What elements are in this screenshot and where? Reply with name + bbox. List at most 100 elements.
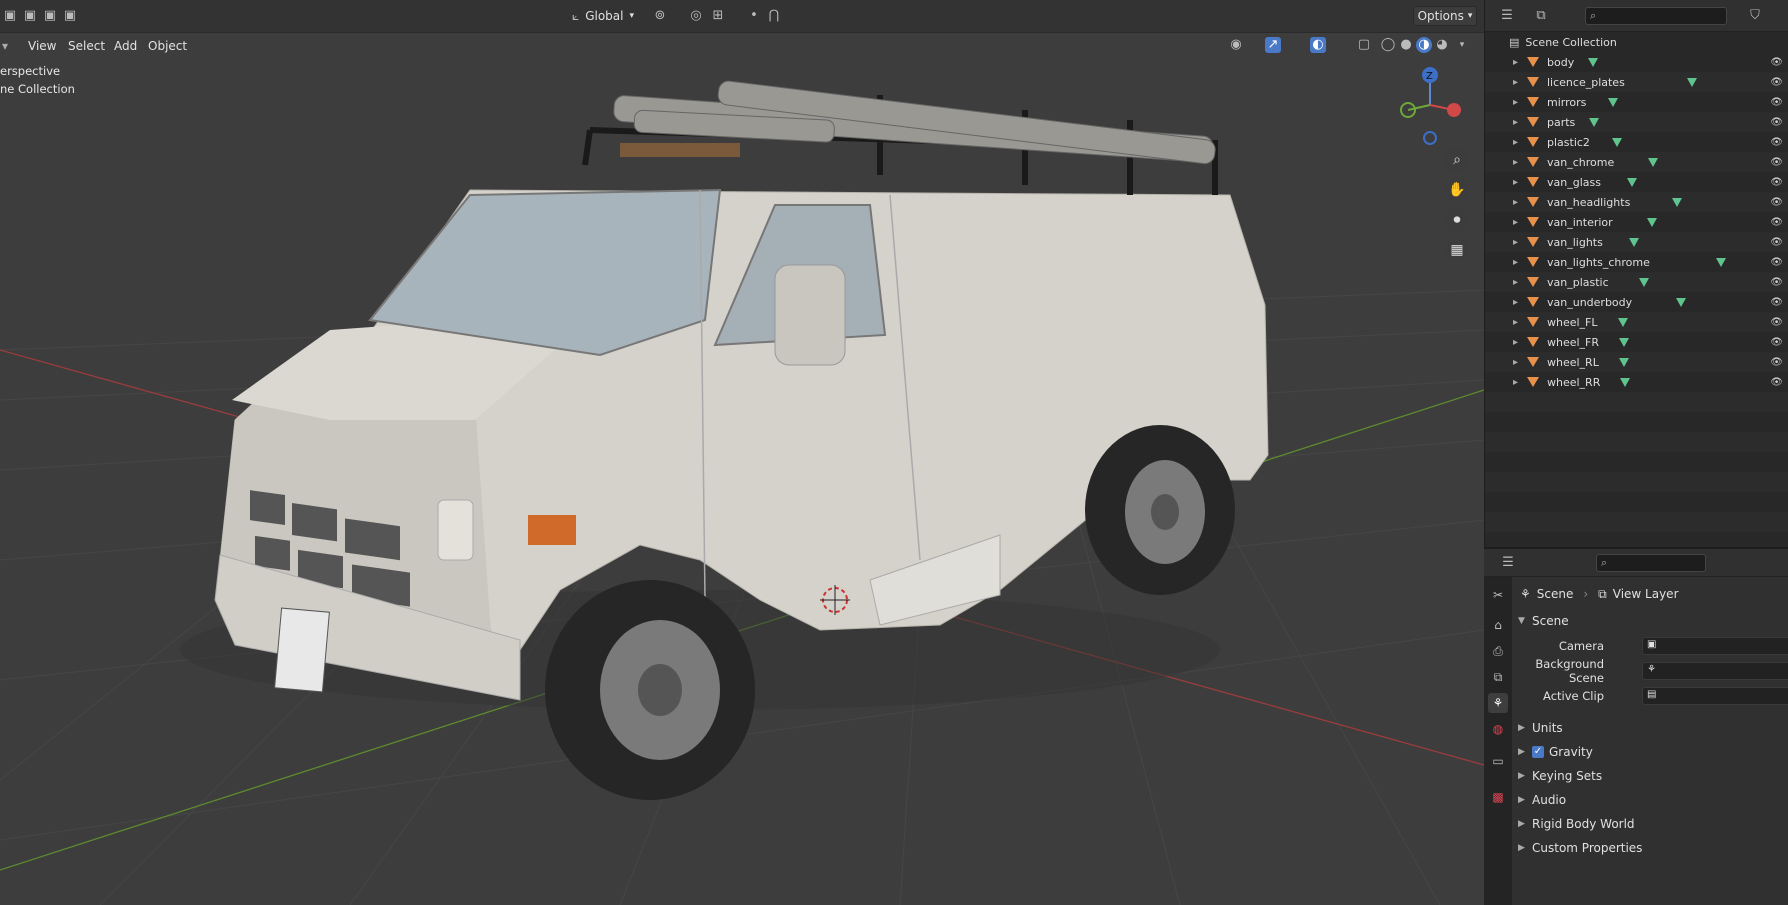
scene-section-header[interactable]: ▼ Scene <box>1518 610 1569 632</box>
eye-icon[interactable]: 👁 <box>1770 377 1783 388</box>
shading-rendered-icon[interactable]: ◕ <box>1434 37 1450 53</box>
shading-material-icon[interactable]: ◑ <box>1416 37 1432 53</box>
select-invert-icon[interactable]: ▣ <box>62 8 78 24</box>
mesh-data-icon[interactable] <box>1588 57 1599 67</box>
expand-right-icon[interactable]: ▸ <box>1513 337 1527 348</box>
transform-orientation-dropdown[interactable]: ⟀ Global ▾ <box>566 6 644 26</box>
eye-icon[interactable]: 👁 <box>1770 97 1783 108</box>
expand-right-icon[interactable]: ▸ <box>1513 257 1527 268</box>
outliner-item[interactable]: ▸ wheel_RR 👁 <box>1485 372 1788 392</box>
expand-right-icon[interactable]: ▸ <box>1513 197 1527 208</box>
filter-icon[interactable]: ⛉ <box>1747 8 1763 24</box>
properties-editor-type-icon[interactable]: ☰ <box>1500 555 1516 571</box>
texture-tab-icon[interactable]: ▩ <box>1488 787 1508 807</box>
mesh-data-icon[interactable] <box>1611 137 1622 147</box>
mesh-data-icon[interactable] <box>1628 237 1639 247</box>
expand-right-icon[interactable]: ▸ <box>1513 57 1527 68</box>
outliner-item[interactable]: ▸ van_plastic 👁 <box>1485 272 1788 292</box>
mesh-data-icon[interactable] <box>1618 357 1629 367</box>
outliner-item[interactable]: ▸ mirrors 👁 <box>1485 92 1788 112</box>
menu-object[interactable]: Object <box>144 39 191 53</box>
eye-icon[interactable]: 👁 <box>1770 357 1783 368</box>
expand-right-icon[interactable]: ▸ <box>1513 77 1527 88</box>
mesh-data-icon[interactable] <box>1715 257 1726 267</box>
eye-icon[interactable]: 👁 <box>1770 157 1783 168</box>
select-extend-icon[interactable]: ▣ <box>22 8 38 24</box>
eye-icon[interactable]: 👁 <box>1770 337 1783 348</box>
active-clip-field[interactable]: ▤ <box>1642 687 1788 705</box>
eye-icon[interactable]: 👁 <box>1770 217 1783 228</box>
overlay-toggle-icon[interactable]: ◐ <box>1310 37 1326 53</box>
rigid-body-world-section[interactable]: ▶ Rigid Body World <box>1518 813 1635 835</box>
output-tab-icon[interactable]: ⎙ <box>1488 641 1508 661</box>
expand-right-icon[interactable]: ▸ <box>1513 177 1527 188</box>
eye-icon[interactable]: 👁 <box>1770 57 1783 68</box>
snap-icon[interactable]: ◎ <box>688 8 704 24</box>
world-tab-icon[interactable]: ◍ <box>1488 719 1508 739</box>
audio-section[interactable]: ▶ Audio <box>1518 789 1566 811</box>
expand-right-icon[interactable]: ▸ <box>1513 157 1527 168</box>
mesh-data-icon[interactable] <box>1686 77 1697 87</box>
outliner-item[interactable]: ▸ wheel_RL 👁 <box>1485 352 1788 372</box>
custom-properties-section[interactable]: ▶ Custom Properties <box>1518 837 1642 859</box>
proportional-edit-icon[interactable]: • <box>746 8 762 24</box>
keying-sets-section[interactable]: ▶ Keying Sets <box>1518 765 1602 787</box>
eye-icon[interactable]: 👁 <box>1770 197 1783 208</box>
van-model[interactable] <box>0 0 1484 905</box>
menu-view[interactable]: View <box>24 39 60 53</box>
options-button[interactable]: Options ▾ <box>1413 6 1477 26</box>
eye-icon[interactable]: 👁 <box>1770 137 1783 148</box>
mesh-data-icon[interactable] <box>1620 377 1631 387</box>
mesh-data-icon[interactable] <box>1589 117 1600 127</box>
mesh-data-icon[interactable] <box>1676 297 1687 307</box>
mesh-data-icon[interactable] <box>1638 277 1649 287</box>
zoom-icon[interactable]: ⌕ <box>1445 148 1469 172</box>
gravity-section[interactable]: ▶ ✓ Gravity <box>1518 741 1593 763</box>
collection-tab-icon[interactable]: ▭ <box>1488 751 1508 771</box>
mesh-data-icon[interactable] <box>1619 337 1630 347</box>
pivot-point-icon[interactable]: ⊚ <box>652 8 668 24</box>
outliner-editor-type-icon[interactable]: ☰ <box>1499 8 1515 24</box>
eye-icon[interactable]: 👁 <box>1770 77 1783 88</box>
outliner-item[interactable]: ▸ van_underbody 👁 <box>1485 292 1788 312</box>
render-tab-icon[interactable]: ⌂ <box>1488 615 1508 635</box>
shading-wireframe-icon[interactable]: ◯ <box>1380 37 1396 53</box>
expand-right-icon[interactable]: ▸ <box>1513 237 1527 248</box>
mesh-data-icon[interactable] <box>1626 177 1637 187</box>
outliner-display-mode-icon[interactable]: ⧉ <box>1533 8 1549 24</box>
expand-right-icon[interactable]: ▸ <box>1513 377 1527 388</box>
outliner-item[interactable]: ▸ body 👁 <box>1485 52 1788 72</box>
select-box-icon[interactable]: ▣ <box>2 8 18 24</box>
units-section[interactable]: ▶ Units <box>1518 717 1563 739</box>
expand-right-icon[interactable]: ▸ <box>1513 297 1527 308</box>
eye-icon[interactable]: 👁 <box>1770 297 1783 308</box>
eye-icon[interactable]: 👁 <box>1770 257 1783 268</box>
expand-right-icon[interactable]: ▸ <box>1513 217 1527 228</box>
outliner-search-input[interactable]: ⌕ <box>1585 7 1727 25</box>
expand-right-icon[interactable]: ▸ <box>1513 117 1527 128</box>
outliner-item[interactable]: ▸ wheel_FL 👁 <box>1485 312 1788 332</box>
expand-right-icon[interactable]: ▸ <box>1513 137 1527 148</box>
outliner-item[interactable]: ▸ van_lights_chrome 👁 <box>1485 252 1788 272</box>
mesh-data-icon[interactable] <box>1648 157 1659 167</box>
expand-right-icon[interactable]: ▸ <box>1513 357 1527 368</box>
outliner-item[interactable]: ▸ van_lights 👁 <box>1485 232 1788 252</box>
ortho-grid-icon[interactable]: ▦ <box>1445 238 1469 262</box>
editor-type-chevron-icon[interactable]: ▾ <box>0 39 12 53</box>
eye-icon[interactable]: 👁 <box>1770 317 1783 328</box>
outliner-root-collection[interactable]: ▤ Scene Collection <box>1485 32 1788 52</box>
eye-icon[interactable]: 👁 <box>1770 177 1783 188</box>
visibility-icon[interactable]: ◉ <box>1228 37 1244 53</box>
falloff-icon[interactable]: ⋂ <box>766 8 782 24</box>
snap-target-icon[interactable]: ⊞ <box>710 8 726 24</box>
camera-view-icon[interactable]: ⏺ <box>1445 208 1469 232</box>
menu-select[interactable]: Select <box>64 39 109 53</box>
view-layer-tab-icon[interactable]: ⧉ <box>1488 667 1508 687</box>
outliner-item[interactable]: ▸ wheel_FR 👁 <box>1485 332 1788 352</box>
mesh-data-icon[interactable] <box>1672 197 1683 207</box>
xray-icon[interactable]: ▢ <box>1356 37 1372 53</box>
tool-tab-icon[interactable]: ✂ <box>1488 585 1508 605</box>
gravity-checkbox[interactable]: ✓ <box>1532 746 1544 758</box>
mesh-data-icon[interactable] <box>1617 317 1628 327</box>
expand-right-icon[interactable]: ▸ <box>1513 277 1527 288</box>
